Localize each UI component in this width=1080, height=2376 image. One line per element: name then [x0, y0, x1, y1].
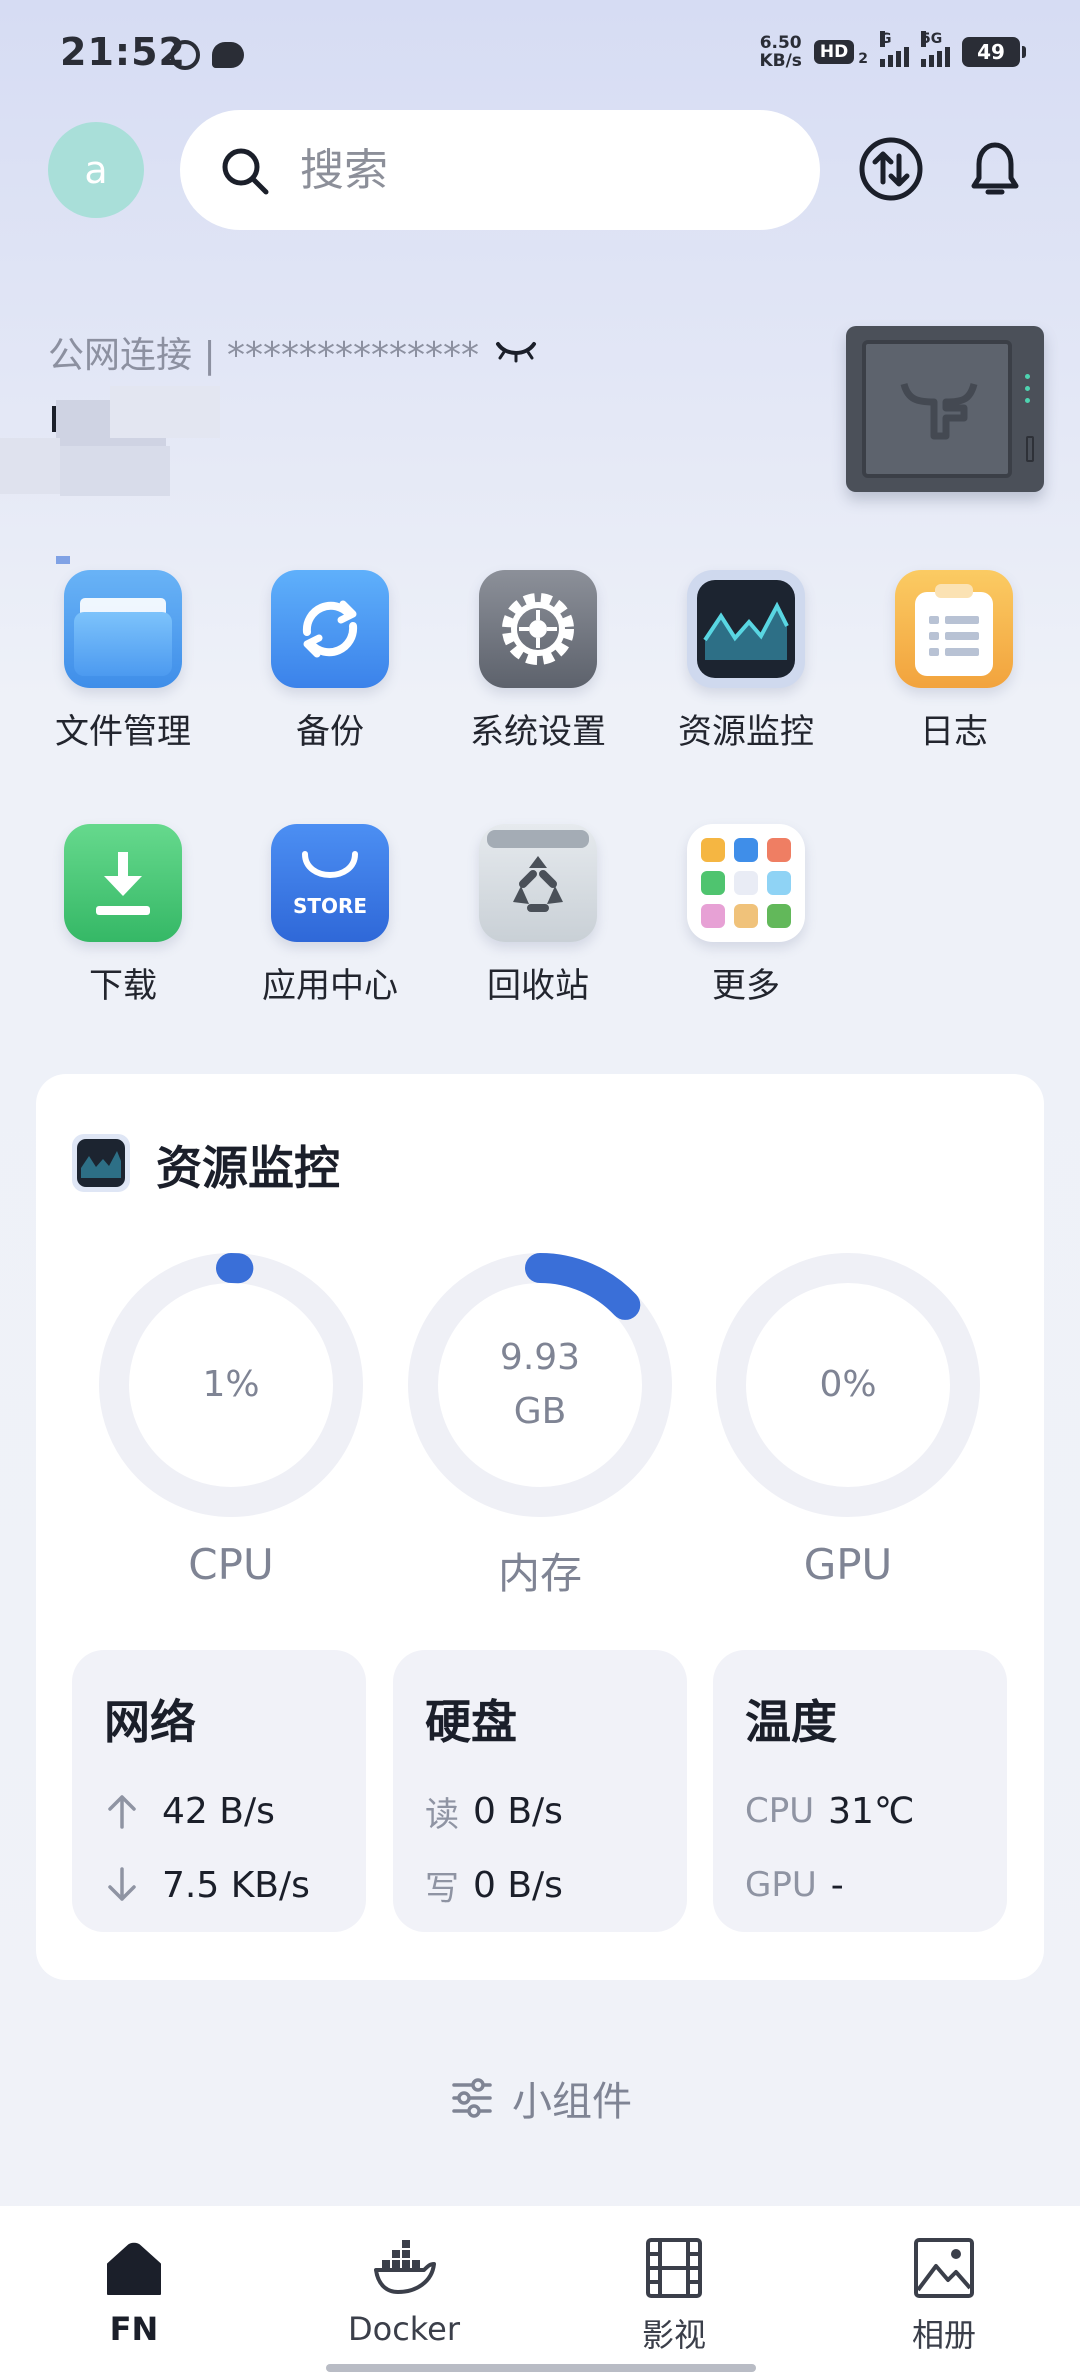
nas-logo-icon — [900, 382, 978, 440]
monitor-chart-icon — [687, 570, 805, 688]
disk-write: 0 B/s — [473, 1864, 563, 1906]
gpu-label: GPU — [803, 1540, 893, 1589]
nav-fn[interactable]: FN — [34, 2236, 234, 2348]
app-file-manager[interactable]: 文件管理 — [23, 570, 223, 753]
bottom-nav: FN Docker 影视 相册 — [0, 2206, 1080, 2376]
image-icon — [914, 2238, 974, 2298]
temp-cpu-key: CPU — [745, 1791, 815, 1831]
cpu-value: 1% — [202, 1364, 260, 1405]
memory-value: 9.93 — [499, 1337, 581, 1378]
temp-gpu-key: GPU — [745, 1865, 817, 1905]
app-system-settings[interactable]: 系统设置 — [438, 570, 638, 753]
memory-gauge: 9.93 GB 内存 — [405, 1250, 675, 1601]
app-backup[interactable]: 备份 — [230, 570, 430, 753]
disk-stat-tile[interactable]: 硬盘 读 0 B/s 写 0 B/s — [393, 1650, 687, 1932]
cpu-label: CPU — [188, 1540, 274, 1589]
store-bag-icon: STORE — [271, 824, 389, 942]
monitor-chart-icon — [72, 1134, 130, 1192]
sync-status-icon — [170, 40, 200, 70]
app-log[interactable]: 日志 — [854, 570, 1054, 753]
status-bar: 21:52 6.50 KB/s HD 2 G 5G 49 — [0, 0, 1080, 110]
disk-write-key: 写 — [425, 1868, 459, 1909]
nas-device-image[interactable] — [846, 326, 1044, 492]
widgets-button[interactable]: 小组件 — [450, 2070, 632, 2126]
gear-icon — [479, 570, 597, 688]
app-recycle-bin[interactable]: 回收站 — [438, 824, 638, 1007]
arrow-down-icon — [108, 1867, 136, 1901]
temp-cpu: 31℃ — [828, 1790, 915, 1832]
network-speed: 6.50 KB/s — [759, 33, 802, 71]
battery-icon: 49 — [962, 37, 1026, 67]
store-badge: STORE — [292, 894, 368, 918]
nav-album[interactable]: 相册 — [844, 2236, 1044, 2356]
app-resource-monitor[interactable]: 资源监控 — [646, 570, 846, 753]
avatar[interactable]: a — [48, 122, 144, 218]
resource-monitor-widget[interactable]: 资源监控 1% CPU 9.93 GB 内存 0% GPU 网络 42 B/s … — [36, 1074, 1044, 1980]
message-status-icon — [212, 42, 244, 68]
memory-label: 内存 — [497, 1549, 582, 1598]
search-input[interactable] — [300, 140, 780, 200]
memory-unit: GB — [513, 1391, 567, 1432]
signal-1-icon: G — [880, 31, 909, 67]
temperature-title: 温度 — [745, 1695, 837, 1749]
transfer-icon[interactable] — [856, 134, 926, 204]
masked-address — [0, 386, 240, 566]
gpu-gauge: 0% GPU — [713, 1250, 983, 1589]
network-download: 7.5 KB/s — [162, 1864, 310, 1906]
eye-closed-icon[interactable] — [494, 336, 538, 366]
gpu-value: 0% — [819, 1364, 877, 1405]
more-apps-icon — [687, 824, 805, 942]
disk-title: 硬盘 — [425, 1695, 517, 1749]
app-store[interactable]: STORE 应用中心 — [230, 824, 430, 1007]
cpu-gauge: 1% CPU — [96, 1250, 366, 1589]
arrow-up-icon — [108, 1795, 136, 1829]
disk-read: 0 B/s — [473, 1790, 563, 1832]
sliders-icon — [452, 2078, 492, 2118]
folder-icon — [64, 570, 182, 688]
nav-video[interactable]: 影视 — [574, 2236, 774, 2356]
download-icon — [64, 824, 182, 942]
temperature-stat-tile[interactable]: 温度 CPU 31℃ GPU - — [713, 1650, 1007, 1932]
home-indicator — [326, 2364, 756, 2372]
network-stat-tile[interactable]: 网络 42 B/s 7.5 KB/s — [72, 1650, 366, 1932]
nav-docker[interactable]: Docker — [304, 2236, 504, 2348]
app-more[interactable]: 更多 — [646, 824, 846, 1007]
widgets-label: 小组件 — [512, 2079, 632, 2125]
network-upload: 42 B/s — [162, 1790, 275, 1832]
hd-voice-icon: HD — [813, 40, 855, 64]
temp-gpu: - — [830, 1864, 844, 1906]
search-icon — [222, 148, 269, 195]
bell-icon[interactable] — [960, 134, 1030, 204]
status-time: 21:52 — [60, 30, 186, 74]
widget-title: 资源监控 — [156, 1141, 340, 1195]
recycle-icon — [479, 824, 597, 942]
disk-read-key: 读 — [425, 1794, 459, 1835]
home-icon — [107, 2242, 161, 2295]
search-bar[interactable] — [180, 110, 820, 230]
clipboard-icon — [895, 570, 1013, 688]
film-icon — [646, 2238, 702, 2298]
hd-sub-label: 2 — [858, 51, 868, 67]
backup-sync-icon — [271, 570, 389, 688]
connection-label: 公网连接 | ************** — [48, 335, 480, 376]
docker-icon — [374, 2240, 436, 2294]
app-download[interactable]: 下载 — [23, 824, 223, 1007]
network-title: 网络 — [104, 1695, 196, 1749]
signal-2-icon: 5G — [921, 31, 950, 67]
